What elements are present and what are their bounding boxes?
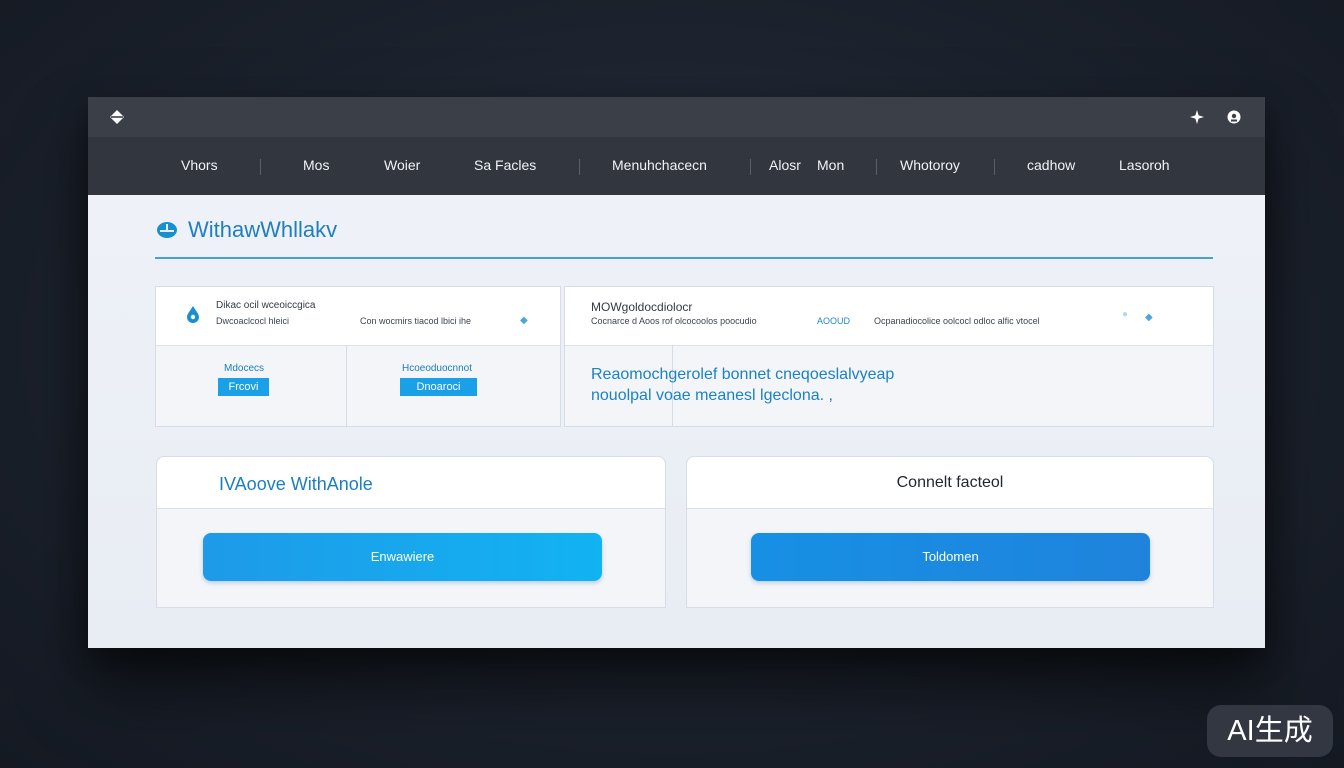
panel-description-line: nouolpal voae meanesl lgeclona. ,: [591, 387, 833, 404]
info-panel-left: Dikac ocil wceoiccgica Dwcoaclcocl hleic…: [155, 286, 561, 427]
nav-separator: [579, 159, 580, 175]
diamond-icon[interactable]: ◆: [520, 315, 528, 326]
panel-header-subtitle: Cocnarce d Aoos rof olcocoolos poocudio: [591, 316, 757, 326]
card-title: IVAoove WithAnole: [219, 474, 373, 494]
nav-item-menuhchacecn[interactable]: Menuhchacecn: [612, 157, 707, 173]
title-divider: [155, 257, 1213, 259]
panel-header-subtitle: Dwcoaclcocl hleici: [216, 316, 290, 326]
panel-header-note: Ocpanadiocolice oolcocl odloc alfic vtoc…: [874, 316, 1040, 326]
connect-button[interactable]: Toldomen: [751, 533, 1150, 581]
nav-item-alosr[interactable]: Alosr: [769, 157, 801, 173]
app-logo-icon[interactable]: [109, 109, 125, 125]
nav-item-whotoroy[interactable]: Whotoroy: [900, 157, 960, 173]
card-title: Connelt facteol: [896, 474, 1004, 491]
panel-header: MOWgoldocdiolocr Cocnarce d Aoos rof olc…: [565, 287, 1213, 346]
nav-item-sa-facles[interactable]: Sa Facles: [474, 157, 536, 173]
card-header: IVAoove WithAnole: [157, 457, 665, 509]
nav-item-woier[interactable]: Woier: [384, 157, 420, 173]
cloud-icon: [156, 221, 178, 239]
panel-header: Dikac ocil wceoiccgica Dwcoaclcocl hleic…: [156, 287, 560, 346]
status-chip[interactable]: Frcovi: [218, 378, 269, 396]
action-card-right: Connelt facteol Toldomen: [686, 456, 1214, 608]
nav-item-mos[interactable]: Mos: [303, 157, 329, 173]
app-window: Vhors Mos Woier Sa Facles Menuhchacecn A…: [88, 97, 1265, 648]
panel-header-link[interactable]: AOOUD: [817, 316, 850, 326]
user-avatar-icon[interactable]: [1226, 109, 1242, 125]
nav-separator: [260, 159, 261, 175]
top-navigation: Vhors Mos Woier Sa Facles Menuhchacecn A…: [88, 137, 1265, 195]
info-panel-right: MOWgoldocdiolocr Cocnarce d Aoos rof olc…: [564, 286, 1214, 427]
watermark-badge: AI生成: [1207, 705, 1333, 757]
nav-separator: [994, 159, 995, 175]
sparkle-icon[interactable]: [1189, 109, 1205, 125]
title-bar: [88, 97, 1265, 138]
column-divider: [672, 345, 673, 426]
droplet-icon: [186, 305, 200, 328]
diamond-icon[interactable]: ◆: [1145, 312, 1153, 323]
column-divider: [346, 345, 347, 426]
nav-item-vhors[interactable]: Vhors: [181, 157, 218, 173]
nav-item-lasoroh[interactable]: Lasoroh: [1119, 157, 1170, 173]
action-card-left: IVAoove WithAnole Enwawiere: [156, 456, 666, 608]
panel-header-title: MOWgoldocdiolocr: [591, 300, 693, 314]
card-header: Connelt facteol: [687, 457, 1213, 509]
dot-icon: ●: [1122, 309, 1129, 320]
primary-action-button[interactable]: Enwawiere: [203, 533, 602, 581]
panel-header-title: Dikac ocil wceoiccgica: [216, 300, 316, 311]
panel-header-note: Con wocmirs tiacod lbici ihe: [360, 316, 472, 326]
main-content: WithawWhllakv Dikac ocil wceoiccgica Dwc…: [88, 195, 1265, 648]
nav-item-mon[interactable]: Mon: [817, 157, 844, 173]
chip-label: Mdocecs: [223, 363, 264, 374]
status-chip[interactable]: Dnoaroci: [400, 378, 477, 396]
panel-description-line: Reaomochgerolef bonnet cneqoeslalvyeap: [591, 366, 895, 383]
nav-item-cadhow[interactable]: cadhow: [1027, 157, 1075, 173]
page-title: WithawWhllakv: [188, 217, 338, 242]
nav-separator: [876, 159, 877, 175]
nav-separator: [750, 159, 751, 175]
chip-label: Hcoeoduocnnot: [401, 363, 473, 374]
